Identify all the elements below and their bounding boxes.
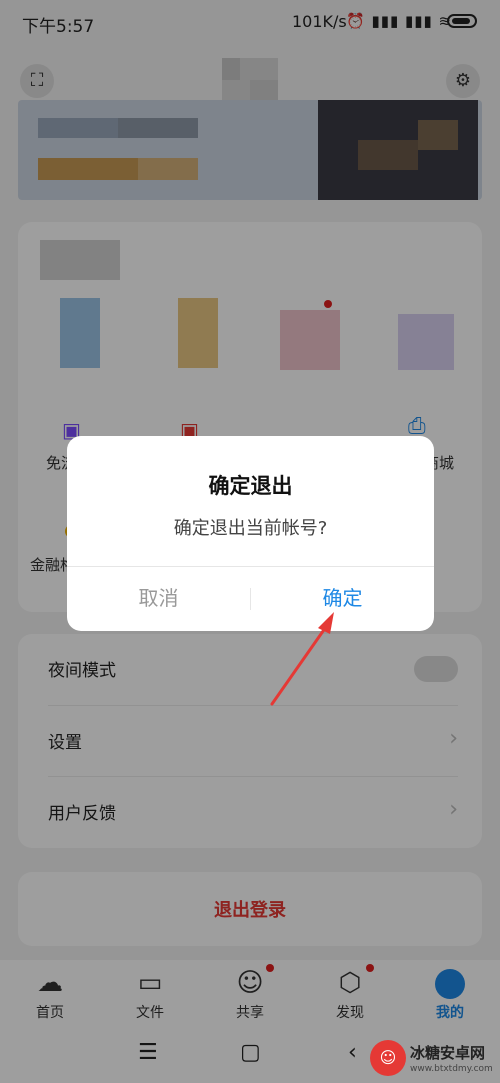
watermark-logo: ☺ 冰糖安卓网 www.btxtdmy.com [370,1040,496,1080]
watermark-face-icon: ☺ [370,1040,406,1076]
annotation-arrow [270,612,334,706]
watermark-url: www.btxtdmy.com [410,1064,493,1074]
watermark-name: 冰糖安卓网 [410,1044,486,1062]
